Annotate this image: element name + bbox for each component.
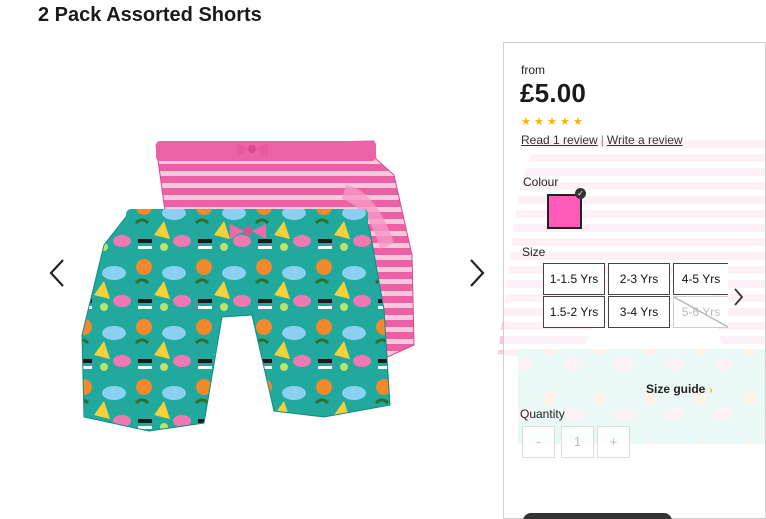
colour-label: Colour [523, 175, 559, 189]
quantity-input[interactable]: 1 [561, 426, 594, 458]
read-review-link[interactable]: Read 1 review [521, 133, 598, 147]
review-links: Read 1 review | Write a review [521, 133, 683, 147]
chevron-right-icon [470, 259, 485, 287]
chevron-left-icon [49, 259, 64, 287]
size-scroll-next-button[interactable] [730, 283, 748, 311]
rating-stars: ★ ★ ★ ★ ★ [521, 117, 584, 128]
product-image [81, 140, 415, 432]
price: £5.00 [520, 78, 587, 108]
star-icon: ★ [534, 116, 544, 128]
chevron-right-icon [734, 288, 744, 306]
colour-swatch-pink[interactable] [547, 194, 582, 229]
review-separator: | [600, 133, 604, 147]
product-title: 2 Pack Assorted Shorts [38, 4, 262, 26]
star-icon: ★ [573, 116, 583, 128]
gallery-prev-button[interactable] [46, 258, 70, 288]
size-option-5-6: 5-6 Yrs [673, 296, 728, 328]
star-icon: ★ [521, 116, 531, 128]
size-option-3-4[interactable]: 3-4 Yrs [608, 296, 670, 328]
price-prefix: from [521, 63, 545, 77]
size-label: Size [522, 245, 546, 259]
checkmark-icon: ✓ [575, 188, 586, 199]
size-guide-link[interactable]: Size guide › [646, 382, 713, 396]
quantity-label: Quantity [520, 407, 565, 421]
add-to-basket-button[interactable] [523, 513, 672, 519]
size-option-2-3[interactable]: 2-3 Yrs [608, 263, 670, 295]
quantity-increase-button[interactable]: + [597, 426, 630, 458]
write-review-link[interactable]: Write a review [607, 133, 683, 147]
star-icon: ★ [560, 116, 570, 128]
size-option-1-1.5[interactable]: 1-1.5 Yrs [543, 263, 605, 295]
quantity-decrease-button[interactable]: - [522, 426, 555, 458]
size-option-1.5-2[interactable]: 1.5-2 Yrs [543, 296, 605, 328]
size-guide-label: Size guide [646, 382, 706, 396]
chevron-right-icon: › [709, 385, 713, 396]
size-option-4-5[interactable]: 4-5 Yrs [673, 263, 728, 295]
gallery-next-button[interactable] [464, 258, 488, 288]
star-icon: ★ [547, 116, 557, 128]
